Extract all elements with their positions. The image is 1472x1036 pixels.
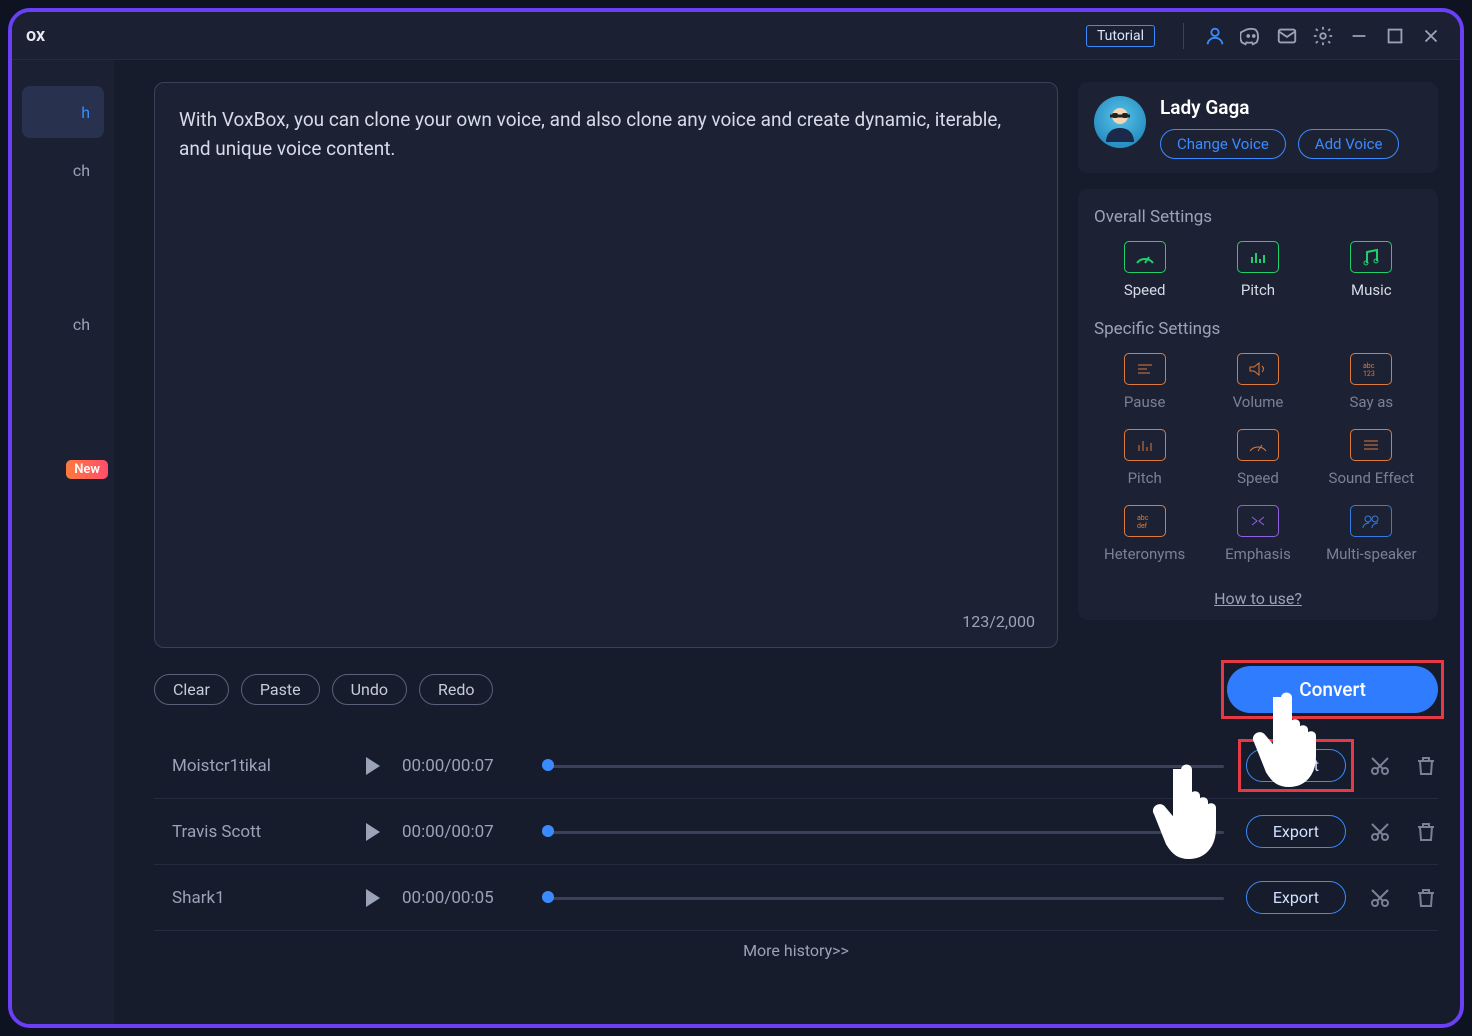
new-badge: New [66,460,108,479]
track-row: Shark1 00:00/00:05 Export [154,865,1438,931]
how-to-use-link[interactable]: How to use? [1094,583,1422,612]
cut-icon[interactable] [1368,886,1392,910]
separator [1183,23,1184,49]
gear-icon[interactable] [1308,21,1338,51]
setting-emphasis[interactable]: Emphasis [1207,505,1308,563]
export-button[interactable]: Export [1246,815,1346,848]
add-voice-button[interactable]: Add Voice [1298,129,1400,159]
svg-text:abc: abc [1363,362,1375,370]
setting-pitch[interactable]: Pitch [1207,241,1308,299]
sidebar-item-2[interactable]: ch [22,298,104,350]
main-area: With VoxBox, you can clone your own voic… [114,60,1460,1024]
specific-settings-title: Specific Settings [1094,319,1422,339]
setting-sayas[interactable]: abc123Say as [1321,353,1422,411]
play-icon[interactable] [366,889,380,907]
maximize-icon[interactable] [1380,21,1410,51]
text-editor[interactable]: With VoxBox, you can clone your own voic… [154,82,1058,648]
setting-soundeffect[interactable]: Sound Effect [1321,429,1422,487]
delete-icon[interactable] [1414,754,1438,778]
titlebar: ox Tutorial [12,12,1460,60]
overall-settings-title: Overall Settings [1094,207,1422,227]
convert-button[interactable]: Convert [1227,666,1438,713]
delete-icon[interactable] [1414,820,1438,844]
export-button[interactable]: Export [1246,749,1346,782]
setting-multispeaker[interactable]: Multi-speaker [1321,505,1422,563]
sidebar-item-1[interactable]: ch [22,144,104,196]
track-time: 00:00/00:07 [402,756,520,776]
track-slider[interactable] [542,763,1224,769]
tutorial-button[interactable]: Tutorial [1086,25,1155,47]
track-slider[interactable] [542,895,1224,901]
sidebar-item-0[interactable]: h [22,86,104,138]
close-icon[interactable] [1416,21,1446,51]
setting-volume[interactable]: Volume [1207,353,1308,411]
minimize-icon[interactable] [1344,21,1374,51]
svg-text:abc: abc [1137,514,1149,522]
user-icon[interactable] [1200,21,1230,51]
discord-icon[interactable] [1236,21,1266,51]
clear-button[interactable]: Clear [154,674,229,705]
mail-icon[interactable] [1272,21,1302,51]
track-slider[interactable] [542,829,1224,835]
cut-icon[interactable] [1368,820,1392,844]
avatar [1094,96,1146,148]
track-time: 00:00/00:07 [402,822,520,842]
change-voice-button[interactable]: Change Voice [1160,129,1286,159]
setting-pitch2[interactable]: Pitch [1094,429,1195,487]
voice-name: Lady Gaga [1160,96,1422,119]
setting-pause[interactable]: Pause [1094,353,1195,411]
app-window: ox Tutorial h ch ch New With VoxBox, you… [8,8,1464,1028]
delete-icon[interactable] [1414,886,1438,910]
track-name: Shark1 [154,888,344,908]
setting-speed[interactable]: Speed [1094,241,1195,299]
setting-heteronyms[interactable]: abcdefHeteronyms [1094,505,1195,563]
more-history-link[interactable]: More history>> [154,931,1438,960]
sidebar: h ch ch New [12,60,114,1024]
paste-button[interactable]: Paste [241,674,320,705]
play-icon[interactable] [366,757,380,775]
track-name: Travis Scott [154,822,344,842]
track-row: Travis Scott 00:00/00:07 Export [154,799,1438,865]
export-button[interactable]: Export [1246,881,1346,914]
cut-icon[interactable] [1368,754,1392,778]
track-time: 00:00/00:05 [402,888,520,908]
svg-text:def: def [1137,522,1148,530]
play-icon[interactable] [366,823,380,841]
voice-card: Lady Gaga Change Voice Add Voice [1078,82,1438,173]
svg-text:123: 123 [1363,370,1375,378]
setting-speed2[interactable]: Speed [1207,429,1308,487]
undo-button[interactable]: Undo [332,674,407,705]
editor-toolbar: Clear Paste Undo Redo Convert [154,666,1438,713]
settings-panel: Overall Settings Speed Pitch Music Speci… [1078,189,1438,620]
track-name: Moistcr1tikal [154,756,344,776]
redo-button[interactable]: Redo [419,674,494,705]
history-list: Moistcr1tikal 00:00/00:07 Export Travis … [154,733,1438,1014]
app-name: ox [26,25,45,46]
setting-music[interactable]: Music [1321,241,1422,299]
char-count: 123/2,000 [962,612,1035,631]
editor-text: With VoxBox, you can clone your own voic… [179,105,1033,164]
track-row: Moistcr1tikal 00:00/00:07 Export [154,733,1438,799]
